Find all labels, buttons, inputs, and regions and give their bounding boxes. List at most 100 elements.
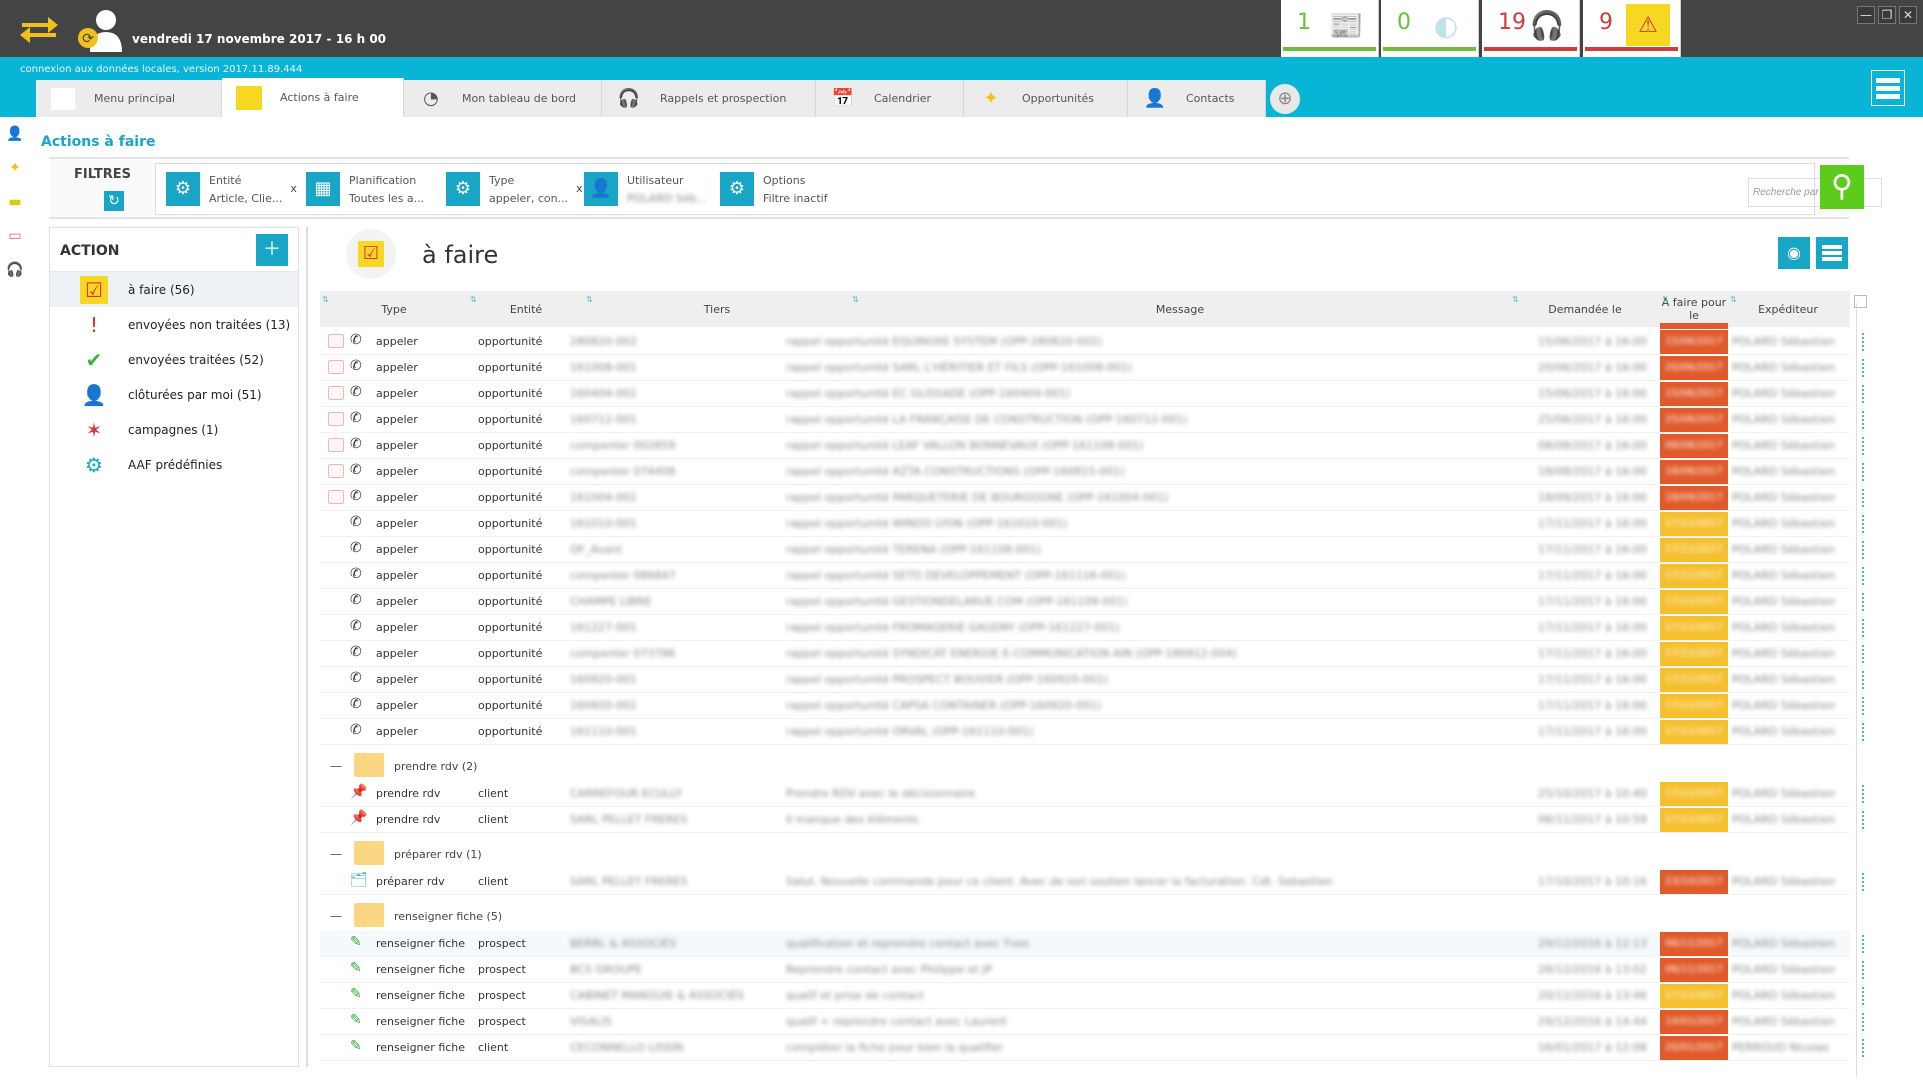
row-entity: prospect <box>478 1015 526 1028</box>
column-a-faire-pour-le[interactable]: ⇅ A faire pour le <box>1660 291 1728 327</box>
search-button[interactable]: ⚲ <box>1820 165 1864 209</box>
table-row[interactable]: ✎ renseigner fiche prospect CABINET MANGUIE… <box>320 983 1864 1009</box>
column-tiers[interactable]: ⇅ Tiers <box>584 291 850 327</box>
row-requested-date: 25/06/2017 à 16:00 <box>1538 413 1647 426</box>
group-row[interactable]: — renseigner fiche (5) <box>320 899 1850 935</box>
table-row[interactable]: 📌 prendre rdv client SARL PELLET FRERES Il m… <box>320 807 1864 833</box>
headset-icon[interactable]: 🎧 <box>0 253 30 287</box>
remove-filter-button[interactable]: x <box>290 182 297 195</box>
calendar-icon[interactable]: ▭ <box>0 219 30 253</box>
tab-mon-tableau-de-bord[interactable]: ◔ Mon tableau de bord <box>404 80 602 117</box>
table-row[interactable]: ✆ appeler opportunité 160920-001 rappel oppo… <box>320 693 1864 719</box>
action-filter-label: envoyées non traitées (13) <box>128 317 291 332</box>
main-menu-button[interactable] <box>1871 70 1905 106</box>
sync-arrows-icon[interactable] <box>18 14 60 44</box>
calls-counter[interactable]: 19 🎧 <box>1482 0 1580 57</box>
close-button[interactable]: ✕ <box>1899 6 1917 24</box>
tab-contacts[interactable]: 👤 Contacts <box>1128 80 1266 117</box>
action-filter-item[interactable]: 👤 clôturées par moi (51) <box>50 377 298 412</box>
filter-type[interactable]: ⚙ Type appeler, con... x <box>446 172 583 208</box>
restore-button[interactable]: ❐ <box>1878 6 1896 24</box>
row-sender: POLARD Sébastien <box>1732 699 1836 712</box>
list-menu-button[interactable] <box>1816 237 1848 269</box>
user-sync-icon[interactable]: ⟳ <box>76 8 124 52</box>
row-sender: POLARD Sébastien <box>1732 517 1836 530</box>
tab-opportunites[interactable]: ✦ Opportunités <box>964 80 1128 117</box>
column-message[interactable]: ⇅ Message <box>850 291 1510 327</box>
action-filter-item[interactable]: ✶ campagnes (1) <box>50 412 298 447</box>
table-row[interactable]: ✆ appeler opportunité CHAMPE LIBRE rappel op… <box>320 589 1864 615</box>
table-row[interactable]: 🗂 préparer rdv client SARL PELLET FRERES Sal… <box>320 869 1864 895</box>
table-row[interactable]: ✎ renseigner fiche prospect VISALIS qualif +… <box>320 1009 1864 1035</box>
table-row[interactable]: ✆ appeler opportunité 161008-001 rappel oppo… <box>320 355 1864 381</box>
row-sender: POLARD Sébastien <box>1732 673 1836 686</box>
news-counter[interactable]: 1 📰 <box>1281 0 1379 57</box>
phone-call-icon: ✆ <box>350 722 362 738</box>
group-row[interactable]: — prendre rdv (2) <box>320 749 1850 785</box>
action-filter-item[interactable]: ! envoyées non traitées (13) <box>50 307 298 342</box>
phone-call-icon: ✆ <box>350 410 362 426</box>
form-edit-icon: ✎ <box>350 1038 362 1054</box>
table-row[interactable]: 📌 prendre rdv client CARREFOUR ECULLY Prendr… <box>320 781 1864 807</box>
row-message: Reprendre contact avec Philippe et JP <box>786 963 993 976</box>
table-row[interactable]: ✎ renseigner fiche prospect BCS GROUPE Repre… <box>320 957 1864 983</box>
table-row[interactable]: ✆ appeler opportunité 160920-001 rappel oppo… <box>320 667 1864 693</box>
tab-calendrier[interactable]: 📅 Calendrier <box>816 80 964 117</box>
collapse-group-icon[interactable]: — <box>330 847 342 861</box>
table-row[interactable]: ✆ appeler opportunité compenter 073786 rappe… <box>320 641 1864 667</box>
filter-entite[interactable]: ⚙ Entité Article, Clie... x <box>166 172 297 208</box>
minimize-button[interactable]: — <box>1857 6 1875 24</box>
table-row[interactable]: ✆ appeler opportunité compenter 086847 rappe… <box>320 563 1864 589</box>
table-row[interactable]: ✎ renseigner fiche prospect BERRL & ASSOCIÉ… <box>320 931 1864 957</box>
table-row[interactable]: ✆ appeler opportunité 161010-001 rappel oppo… <box>320 511 1864 537</box>
filter-planification[interactable]: ▦ Planification Toutes les a... <box>306 172 424 208</box>
column-type[interactable]: ⇅ Type <box>320 291 468 327</box>
action-filter-item[interactable]: ✔ envoyées traitées (52) <box>50 342 298 377</box>
tab-actions-a-faire[interactable]: Actions à faire <box>222 78 404 117</box>
row-entity: opportunité <box>478 387 543 400</box>
group-row[interactable]: — préparer rdv (1) <box>320 837 1850 873</box>
table-row[interactable]: ✎ renseigner fiche client CECONNELLO LISSIN… <box>320 1035 1864 1061</box>
filter-label: Entité <box>209 174 242 187</box>
table-row[interactable]: ✆ appeler opportunité compenter 074408 rappe… <box>320 459 1864 485</box>
table-row[interactable]: ✆ appeler opportunité 161110-001 rappel oppo… <box>320 719 1864 745</box>
row-sender: POLARD Sébastien <box>1732 963 1836 976</box>
add-tab-button[interactable]: ⊕ <box>1270 84 1300 114</box>
vertical-scrollbar[interactable] <box>1856 303 1868 1077</box>
new-action-button[interactable]: ＋ <box>256 234 288 266</box>
messages-counter[interactable]: 0 ◐ <box>1381 0 1479 57</box>
column-demandee-le[interactable]: ⇅ Demandée le <box>1510 291 1660 327</box>
action-filter-label: campagnes (1) <box>128 422 219 437</box>
action-filter-item[interactable]: ⚙ AAF prédéfinies <box>50 447 298 482</box>
filter-options[interactable]: ⚙ Options Filtre inactif <box>720 172 828 208</box>
tab-rappels-et-prospection[interactable]: 🎧 Rappels et prospection <box>602 80 816 117</box>
refresh-filters-icon[interactable]: ↻ <box>104 191 124 211</box>
collapse-group-icon[interactable]: — <box>330 759 342 773</box>
remove-filter-button[interactable]: x <box>576 182 583 195</box>
alerts-counter[interactable]: 9 ⚠ <box>1583 0 1681 57</box>
filter-value: Article, Clie... <box>209 192 283 205</box>
table-row[interactable]: ✆ appeler opportunité 161004-001 rappel oppo… <box>320 485 1864 511</box>
view-toggle-button[interactable]: ◉ <box>1778 237 1810 269</box>
tab-menu-principal[interactable]: Menu principal <box>36 80 222 117</box>
sticky-note-icon[interactable]: ▬ <box>0 185 30 219</box>
table-row[interactable]: ✆ appeler opportunité 161227-001 rappel oppo… <box>320 615 1864 641</box>
table-row[interactable]: ✆ appeler opportunité OF_Avant rappel opport… <box>320 537 1864 563</box>
row-requested-date: 17/11/2017 à 16:00 <box>1538 595 1647 608</box>
collapse-group-icon[interactable]: — <box>330 909 342 923</box>
column-entite[interactable]: ⇅ Entité <box>468 291 584 327</box>
contacts-icon[interactable]: 👤 <box>0 117 30 151</box>
form-edit-icon: ✎ <box>350 1012 362 1028</box>
table-row[interactable]: ✆ appeler opportunité 280820-002 rappel oppo… <box>320 329 1864 355</box>
row-requested-date: 18/08/2017 à 16:00 <box>1538 465 1647 478</box>
late-flag-icon <box>328 412 344 426</box>
action-filter-item[interactable]: ☑ à faire (56) <box>50 272 298 307</box>
table-row[interactable]: ✆ appeler opportunité compenter 002859 rappe… <box>320 433 1864 459</box>
table-row[interactable]: ✆ appeler opportunité 160404-001 rappel oppo… <box>320 381 1864 407</box>
filter-utilisateur[interactable]: 👤 Utilisateur POLARD Séb... <box>584 172 707 208</box>
table-row[interactable]: ✆ appeler opportunité 160712-001 rappel oppo… <box>320 407 1864 433</box>
column-expediteur[interactable]: ⇅ Expéditeur <box>1728 291 1848 327</box>
row-message: rappel opportunité PROSPECT BOUVIER (OPP… <box>786 673 1108 686</box>
opportunity-icon[interactable]: ✦ <box>0 151 30 185</box>
action-panel: ACTION ＋ ☑ à faire (56)! envoyées non trai… <box>49 227 299 1067</box>
